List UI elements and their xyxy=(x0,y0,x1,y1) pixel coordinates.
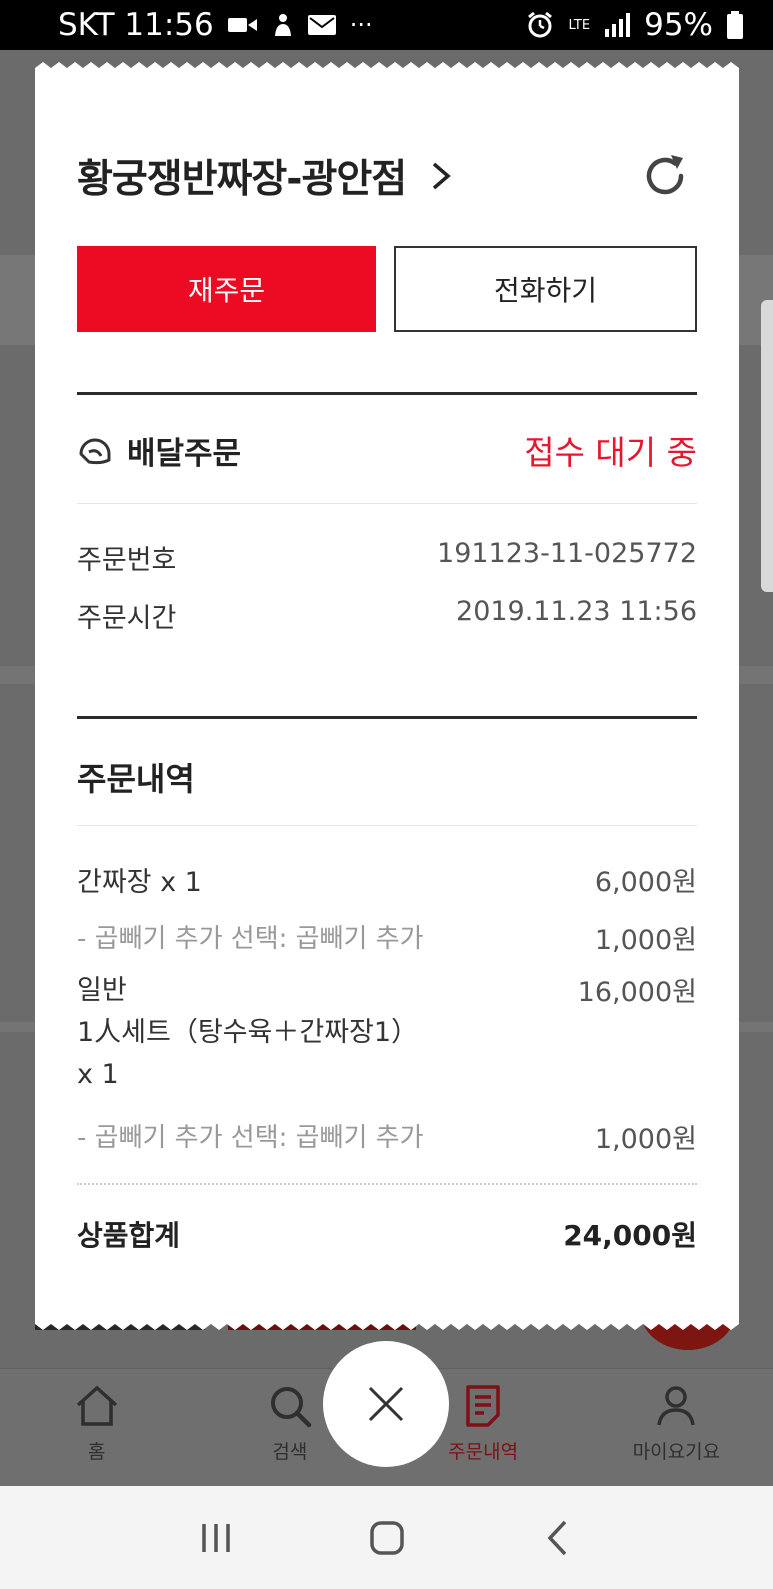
list-item: - 곱빼기 추가 선택: 곱빼기 추가 1,000원 xyxy=(77,918,697,957)
dotted-divider xyxy=(77,1183,697,1185)
order-details-title: 주문내역 xyxy=(77,760,195,798)
back-icon[interactable] xyxy=(538,1518,578,1558)
battery-percent: 95% xyxy=(644,7,713,43)
search-icon xyxy=(270,1387,312,1428)
order-number-row: 주문번호 191123-11-025772 xyxy=(77,538,697,577)
nav-label: 마이요기요 xyxy=(632,1441,721,1463)
alarm-icon xyxy=(528,11,553,38)
item-price: 16,000원 xyxy=(577,977,697,1008)
list-item: 일반 1人세트（탕수육＋간짜장1） x 1 16,000원 xyxy=(77,970,697,1096)
recent-apps-icon[interactable] xyxy=(196,1518,236,1558)
delivery-type: 배달주문 xyxy=(127,435,242,472)
nav-label: 홈 xyxy=(87,1441,106,1463)
divider xyxy=(77,716,697,719)
order-receipt: 황궁쟁반짜장-광안점 재주문 전화하기 배달주문 접수 대기 중 주문번호 19… xyxy=(35,68,739,1322)
refresh-icon[interactable] xyxy=(641,152,689,200)
item-option: - 곱빼기 추가 선택: 곱빼기 추가 xyxy=(77,1123,424,1153)
info-label: 주문시간 xyxy=(77,603,177,634)
item-name-line: x 1 xyxy=(77,1059,119,1090)
store-name-link[interactable]: 황궁쟁반짜장-광안점 xyxy=(77,148,407,204)
home-button-icon[interactable] xyxy=(367,1518,407,1558)
signal-icon xyxy=(605,13,631,37)
status-bar: SKT 11:56 ··· LTE 95% xyxy=(0,0,773,50)
mail-icon xyxy=(307,15,336,35)
helmet-icon xyxy=(79,438,111,465)
receipt-zigzag-bottom xyxy=(35,1316,739,1330)
nav-item-home[interactable]: 홈 xyxy=(0,1369,193,1486)
item-option: - 곱빼기 추가 선택: 곱빼기 추가 xyxy=(77,924,424,954)
item-price: 6,000원 xyxy=(594,867,697,898)
list-item: 간짜장 x 1 6,000원 xyxy=(77,860,697,899)
receipt-header: 황궁쟁반짜장-광안점 xyxy=(77,146,697,206)
total-row: 상품합계 24,000원 xyxy=(77,1214,697,1254)
close-icon xyxy=(368,1386,404,1422)
close-button[interactable] xyxy=(323,1341,449,1467)
order-number: 191123-11-025772 xyxy=(437,538,697,569)
list-item: - 곱빼기 추가 선택: 곱빼기 추가 1,000원 xyxy=(77,1117,697,1156)
total-value: 24,000원 xyxy=(563,1219,697,1252)
carrier-time: SKT 11:56 xyxy=(58,7,214,43)
scrollbar[interactable] xyxy=(761,300,773,592)
item-name: 간짜장 x 1 xyxy=(77,867,202,898)
system-nav-bar xyxy=(0,1486,773,1589)
video-icon xyxy=(227,18,257,32)
item-price: 1,000원 xyxy=(594,925,697,956)
divider xyxy=(77,825,697,826)
nav-label: 검색 xyxy=(272,1441,308,1463)
divider xyxy=(77,503,697,504)
chevron-right-icon[interactable] xyxy=(428,161,454,191)
info-label: 주문번호 xyxy=(77,545,177,576)
order-status: 접수 대기 중 xyxy=(524,433,697,472)
order-time: 2019.11.23 11:56 xyxy=(456,596,697,627)
status-left: SKT 11:56 ··· xyxy=(58,7,373,43)
nav-item-my[interactable]: 마이요기요 xyxy=(580,1369,773,1486)
nav-label: 주문내역 xyxy=(448,1441,519,1463)
user-icon xyxy=(657,1386,696,1426)
order-list-icon xyxy=(466,1385,500,1427)
item-price: 1,000원 xyxy=(594,1124,697,1155)
reorder-button[interactable]: 재주문 xyxy=(77,246,376,332)
total-label: 상품합계 xyxy=(77,1219,181,1252)
call-button[interactable]: 전화하기 xyxy=(394,246,697,332)
gesture-icon xyxy=(274,14,291,36)
action-buttons: 재주문 전화하기 xyxy=(77,246,697,332)
status-right: LTE 95% xyxy=(526,7,743,43)
battery-icon xyxy=(727,11,743,39)
network-type: LTE xyxy=(568,17,591,33)
divider xyxy=(77,392,697,395)
delivery-row: 배달주문 접수 대기 중 xyxy=(77,420,697,480)
home-icon xyxy=(76,1385,117,1426)
more-indicator: ··· xyxy=(349,11,373,39)
order-time-row: 주문시간 2019.11.23 11:56 xyxy=(77,596,697,635)
item-name-line: 1人세트（탕수육＋간짜장1） xyxy=(77,1017,419,1048)
